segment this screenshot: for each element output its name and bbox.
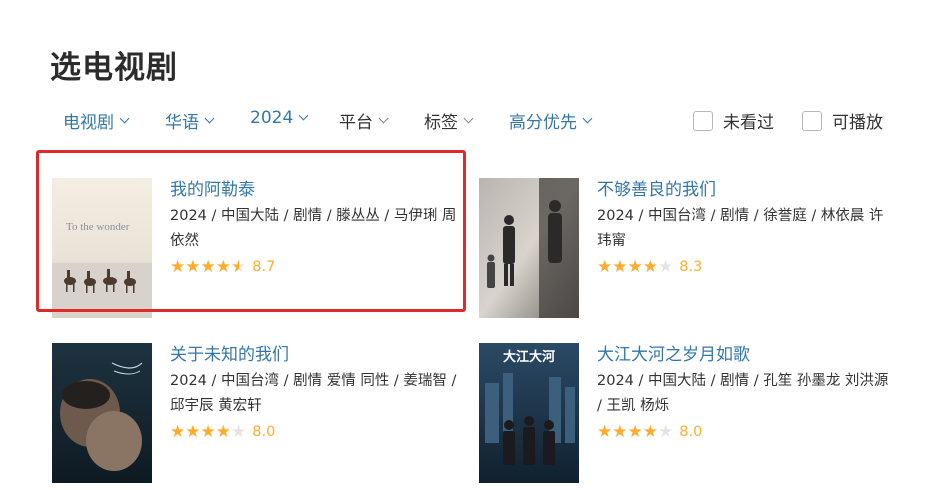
chevron-down-icon — [463, 113, 474, 123]
star-icon: ★ — [627, 421, 643, 442]
unwatched-label: 未看过 — [723, 113, 774, 133]
star-icon: ★ — [597, 421, 613, 442]
empty-star-icon: ★ — [658, 256, 674, 277]
star-icon: ★ — [185, 256, 201, 277]
filter-year[interactable]: 2024 — [250, 108, 309, 128]
chevron-down-icon — [119, 113, 130, 123]
show-title-link[interactable]: 不够善良的我们 — [597, 178, 897, 202]
empty-star-icon: ★ — [231, 421, 247, 442]
rating-score: 8.0 — [252, 424, 276, 440]
star-icon: ★ — [200, 421, 216, 442]
show-info: 关于未知的我们 2024 / 中国台湾 / 剧情 爱情 同性 / 姜瑞智 / 邱… — [170, 343, 470, 443]
page-title: 选电视剧 — [50, 50, 178, 86]
star-icon: ★ — [612, 421, 628, 442]
filter-language-label: 华语 — [165, 113, 199, 133]
unwatched-checkbox[interactable]: 未看过 — [693, 108, 774, 133]
show-title-link[interactable]: 关于未知的我们 — [170, 343, 470, 367]
show-meta: 2024 / 中国大陆 / 剧情 / 滕丛丛 / 马伊琍 周依然 — [170, 208, 457, 249]
filter-sort-label: 高分优先 — [509, 113, 577, 133]
show-card: 大江大河 大江大河之岁月如歌 2024 / 中国大陆 / 剧情 / 孔笙 孙墨龙… — [479, 343, 899, 483]
half-star-icon: ★ — [231, 256, 247, 277]
show-card: 关于未知的我们 2024 / 中国台湾 / 剧情 爱情 同性 / 姜瑞智 / 邱… — [52, 343, 472, 483]
star-icon: ★ — [642, 256, 658, 277]
chevron-down-icon — [204, 113, 215, 123]
star-icon: ★ — [170, 256, 186, 277]
show-title-link[interactable]: 我的阿勒泰 — [170, 178, 470, 202]
poster-title-text: To the wonder — [66, 221, 130, 233]
rating: ★ ★ ★ ★ ★ 8.3 — [597, 256, 897, 278]
rating-score: 8.0 — [679, 424, 703, 440]
filter-tags-label: 标签 — [424, 113, 458, 133]
playable-checkbox[interactable]: 可播放 — [802, 108, 883, 133]
show-card: To the wonder 我的阿勒泰 2024 / 中国大陆 / 剧情 / 滕… — [52, 178, 472, 318]
poster-title-text: 大江大河 — [503, 349, 555, 365]
filter-tags[interactable]: 标签 — [424, 108, 474, 133]
filter-type-label: 电视剧 — [63, 113, 114, 133]
playable-label: 可播放 — [832, 113, 883, 133]
show-meta: 2024 / 中国台湾 / 剧情 / 徐誉庭 / 林依晨 许玮甯 — [597, 208, 884, 249]
filter-bar: 电视剧 华语 2024 平台 标签 高分优先 未看过 可播放 — [0, 108, 927, 138]
star-icon: ★ — [215, 256, 231, 277]
show-meta: 2024 / 中国台湾 / 剧情 爱情 同性 / 姜瑞智 / 邱宇辰 黄宏轩 — [170, 373, 457, 414]
poster-image[interactable] — [479, 178, 579, 318]
poster-image[interactable]: To the wonder — [52, 178, 152, 318]
star-icon: ★ — [200, 256, 216, 277]
checkbox-box[interactable] — [693, 110, 713, 131]
rating-score: 8.3 — [679, 259, 703, 275]
filter-platform[interactable]: 平台 — [339, 108, 389, 133]
star-icon: ★ — [642, 421, 658, 442]
star-icon: ★ — [627, 256, 643, 277]
star-icon: ★ — [597, 256, 613, 277]
poster-image[interactable] — [52, 343, 152, 483]
filter-platform-label: 平台 — [339, 113, 373, 133]
show-meta: 2024 / 中国大陆 / 剧情 / 孔笙 孙墨龙 刘洪源 / 王凯 杨烁 — [597, 373, 889, 414]
chevron-down-icon — [298, 110, 309, 121]
star-icon: ★ — [612, 256, 628, 277]
filter-year-label: 2024 — [250, 108, 294, 128]
poster-image[interactable]: 大江大河 — [479, 343, 579, 483]
show-info: 我的阿勒泰 2024 / 中国大陆 / 剧情 / 滕丛丛 / 马伊琍 周依然 ★… — [170, 178, 470, 278]
filter-type[interactable]: 电视剧 — [63, 108, 130, 133]
star-icon: ★ — [215, 421, 231, 442]
filter-sort[interactable]: 高分优先 — [509, 108, 593, 133]
show-info: 大江大河之岁月如歌 2024 / 中国大陆 / 剧情 / 孔笙 孙墨龙 刘洪源 … — [597, 343, 897, 443]
filter-language[interactable]: 华语 — [165, 108, 215, 133]
show-card: 不够善良的我们 2024 / 中国台湾 / 剧情 / 徐誉庭 / 林依晨 许玮甯… — [479, 178, 899, 318]
empty-star-icon: ★ — [658, 421, 674, 442]
star-icon: ★ — [185, 421, 201, 442]
star-icon: ★ — [170, 421, 186, 442]
rating-score: 8.7 — [252, 259, 276, 275]
rating: ★ ★ ★ ★ ★ 8.0 — [597, 421, 897, 443]
rating: ★ ★ ★ ★ ★ 8.7 — [170, 256, 470, 278]
checkbox-box[interactable] — [802, 110, 822, 131]
chevron-down-icon — [378, 113, 389, 123]
show-info: 不够善良的我们 2024 / 中国台湾 / 剧情 / 徐誉庭 / 林依晨 许玮甯… — [597, 178, 897, 278]
rating: ★ ★ ★ ★ ★ 8.0 — [170, 421, 470, 443]
chevron-down-icon — [582, 113, 593, 123]
show-title-link[interactable]: 大江大河之岁月如歌 — [597, 343, 897, 367]
